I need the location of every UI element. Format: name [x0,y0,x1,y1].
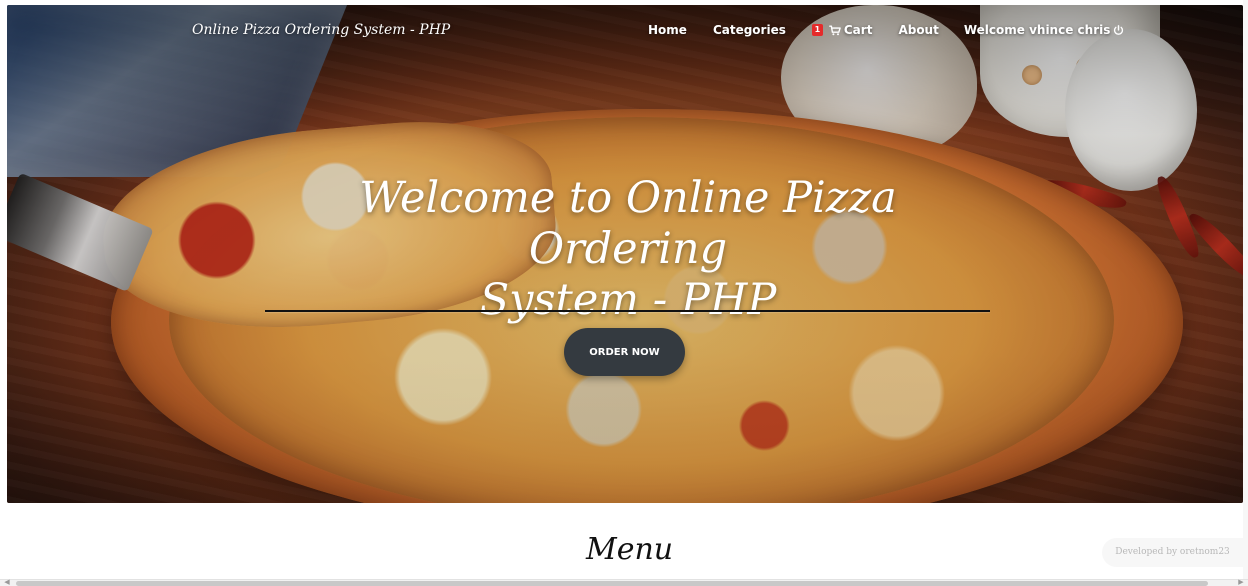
scroll-right-arrow-icon[interactable]: ▶ [1235,578,1247,586]
hero-divider-line [265,310,990,312]
horizontal-scroll-thumb[interactable] [16,581,1208,586]
nav-cart-link[interactable]: 1 Cart [811,21,873,39]
scroll-left-arrow-icon[interactable]: ◀ [1,578,13,586]
nav-home-link[interactable]: Home [648,21,687,39]
nav-categories-link[interactable]: Categories [713,21,786,39]
nav-cart-label: Cart [843,23,873,37]
hero-content: Welcome to Online Pizza Ordering System … [7,5,1243,503]
brand-link[interactable]: Online Pizza Ordering System - PHP [192,22,450,38]
hero-title: Welcome to Online Pizza Ordering System … [263,173,993,326]
navigation-links: Home Categories 1 Cart About Welcome vhi… [648,21,1124,39]
menu-section-title: Menu [586,532,674,567]
developer-credit-badge: Developed by oretnom23 [1102,538,1248,567]
browser-page: Online Pizza Ordering System - PHP Home … [0,0,1248,586]
nav-about-link[interactable]: About [898,21,938,39]
hero-banner: Online Pizza Ordering System - PHP Home … [7,5,1243,503]
horizontal-scrollbar[interactable]: ◀ ▶ [0,578,1248,586]
power-icon [1114,24,1124,35]
cart-icon [828,25,841,35]
user-welcome-label: Welcome vhince chris [963,23,1111,37]
hero-title-line-1: Welcome to Online Pizza Ordering [359,173,897,274]
vertical-scrollbar[interactable] [1243,0,1248,579]
order-now-button[interactable]: ORDER NOW [564,328,685,376]
hero-title-line-2: System - PHP [479,275,777,325]
top-navigation: Online Pizza Ordering System - PHP Home … [7,5,1243,65]
cart-count-badge: 1 [811,24,823,36]
user-welcome-link[interactable]: Welcome vhince chris [964,21,1125,39]
